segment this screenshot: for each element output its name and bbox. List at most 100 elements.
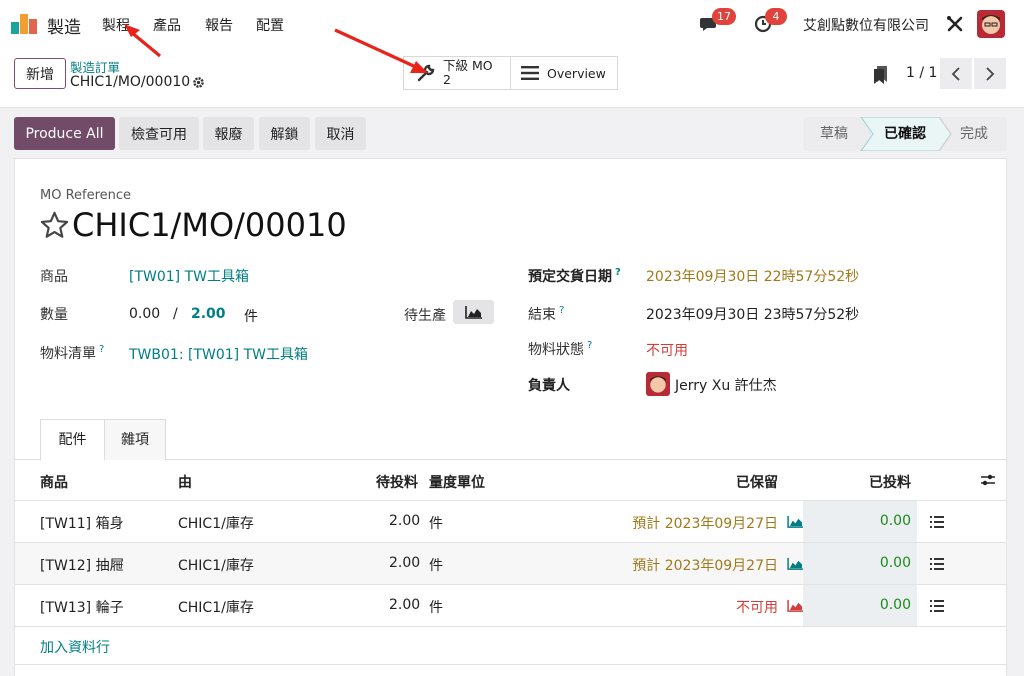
row-uom[interactable]: 件 (429, 597, 443, 617)
scrap-button[interactable]: 報廢 (203, 117, 254, 150)
menu-reporting[interactable]: 報告 (205, 15, 233, 35)
table-row[interactable]: [TW12] 抽屜 CHIC1/庫存 2.00 件 預計 2023年09月27日… (15, 542, 1006, 585)
row-qty[interactable]: 2.00 (389, 597, 420, 613)
row-from[interactable]: CHIC1/庫存 (178, 513, 254, 533)
row-qty[interactable]: 2.00 (389, 555, 420, 571)
activities-badge: 4 (765, 8, 787, 25)
consumed-cell[interactable]: 0.00 (803, 543, 917, 585)
child-mo-count: 2 (443, 72, 451, 87)
new-button[interactable]: 新增 (14, 58, 66, 89)
row-product[interactable]: [TW12] 抽屜 (40, 555, 124, 575)
to-produce-label: 待生產 (404, 308, 446, 324)
check-availability-button[interactable]: 檢查可用 (119, 117, 199, 150)
menu-configuration[interactable]: 配置 (256, 15, 284, 35)
status-draft[interactable]: 草稿 (820, 117, 848, 151)
child-mo-label: 下級 MO (443, 58, 493, 73)
wrench-icon (417, 64, 435, 82)
table-row[interactable]: [TW13] 輪子 CHIC1/庫存 2.00 件 不可用 0.00 (15, 584, 1006, 627)
end-label: 結束? (528, 305, 565, 323)
star-icon[interactable] (39, 211, 70, 240)
table-footer-divider (15, 664, 1006, 665)
row-uom[interactable]: 件 (429, 513, 443, 533)
manufacturing-app-icon[interactable] (11, 14, 39, 34)
bookmark-icon[interactable] (873, 66, 889, 84)
company-switcher[interactable]: 艾創點數位有限公司 (803, 15, 929, 35)
col-to-consume[interactable]: 待投料 (376, 472, 418, 492)
status-done[interactable]: 完成 (960, 117, 988, 151)
row-from[interactable]: CHIC1/庫存 (178, 597, 254, 617)
status-confirmed[interactable]: 已確認 (884, 117, 926, 151)
chevron-left-icon (951, 66, 960, 81)
pager-previous-button[interactable] (940, 58, 972, 89)
row-qty[interactable]: 2.00 (389, 513, 420, 529)
deadline-help-icon[interactable]: ? (615, 267, 621, 278)
mo-reference-label: MO Reference (40, 188, 132, 203)
forecast-chart-icon[interactable] (787, 515, 804, 528)
deadline-field[interactable]: 2023年09月30日 22時57分52秒 (646, 266, 859, 286)
row-consumed: 0.00 (879, 597, 911, 613)
pager-value[interactable]: 1 / 1 (906, 65, 937, 81)
bom-help-icon[interactable]: ? (99, 344, 104, 355)
unlock-button[interactable]: 解鎖 (259, 117, 310, 150)
row-product[interactable]: [TW13] 輪子 (40, 597, 124, 617)
debug-tools-icon[interactable] (946, 15, 964, 33)
product-field[interactable]: [TW01] TW工具箱 (129, 266, 249, 286)
row-reserved: 預計 2023年09月27日 (632, 516, 778, 532)
row-uom[interactable]: 件 (429, 555, 443, 575)
deadline-label: 預定交貨日期? (528, 267, 621, 285)
control-panel: 新增 製造訂單 CHIC1/MO/00010 下級 MO 2 Overview … (0, 46, 1024, 108)
status-bar: 草稿 已確認 完成 (803, 117, 1007, 151)
quantity-target-field[interactable]: 2.00 (191, 306, 226, 322)
tab-components[interactable]: 配件 (40, 419, 105, 461)
col-consumed[interactable]: 已投料 (869, 472, 911, 492)
pager-next-button[interactable] (974, 58, 1006, 89)
consumed-cell[interactable]: 0.00 (803, 501, 917, 543)
material-help-icon[interactable]: ? (587, 340, 592, 351)
user-avatar[interactable] (977, 10, 1005, 38)
notebook-tabs: 配件 雜項 (14, 419, 1007, 461)
product-label: 商品 (40, 269, 68, 285)
forecast-chart-icon[interactable] (787, 599, 804, 612)
menu-products[interactable]: 產品 (153, 15, 181, 35)
detailed-operations-icon[interactable] (930, 558, 944, 570)
gear-icon[interactable] (192, 76, 205, 89)
area-chart-icon (464, 306, 482, 319)
menu-lines-icon (521, 66, 539, 80)
responsible-label: 負責人 (528, 378, 570, 394)
consumed-cell[interactable]: 0.00 (803, 585, 917, 627)
table-divider (15, 626, 1006, 627)
add-line-link[interactable]: 加入資料行 (40, 637, 110, 657)
row-from[interactable]: CHIC1/庫存 (178, 555, 254, 575)
col-product[interactable]: 商品 (40, 472, 68, 492)
quantity-separator: / (173, 306, 178, 322)
app-name[interactable]: 製造 (47, 13, 81, 38)
tab-miscellaneous[interactable]: 雜項 (104, 419, 166, 460)
detailed-operations-icon[interactable] (930, 600, 944, 612)
form-action-bar: Produce All 檢查可用 報廢 解鎖 取消 草稿 已確認 完成 (0, 108, 1024, 158)
row-consumed: 0.00 (879, 555, 911, 571)
quantity-uom[interactable]: 件 (244, 306, 258, 326)
child-mo-smart-button[interactable]: 下級 MO 2 (403, 56, 511, 90)
cancel-button[interactable]: 取消 (315, 117, 366, 150)
col-reserved[interactable]: 已保留 (736, 472, 778, 492)
menu-operations[interactable]: 製程 (102, 15, 130, 35)
detailed-operations-icon[interactable] (930, 516, 944, 528)
col-from[interactable]: 由 (178, 472, 192, 492)
bom-field[interactable]: TWB01: [TW01] TW工具箱 (129, 344, 308, 364)
row-product[interactable]: [TW11] 箱身 (40, 513, 124, 533)
breadcrumb-current: CHIC1/MO/00010 (70, 74, 191, 90)
responsible-field[interactable]: Jerry Xu 許仕杰 (675, 375, 777, 395)
produce-all-button[interactable]: Produce All (14, 117, 115, 150)
material-status-value: 不可用 (646, 343, 688, 359)
optional-columns-icon[interactable] (980, 473, 996, 487)
end-help-icon[interactable]: ? (559, 305, 564, 316)
chevron-right-icon (986, 66, 995, 81)
messages-badge: 17 (712, 8, 736, 25)
end-field[interactable]: 2023年09月30日 23時57分52秒 (646, 304, 859, 324)
overview-smart-button[interactable]: Overview (510, 56, 618, 90)
table-row[interactable]: [TW11] 箱身 CHIC1/庫存 2.00 件 預計 2023年09月27日… (15, 500, 1006, 543)
forecast-chart-icon[interactable] (787, 557, 804, 570)
forecast-report-button[interactable] (453, 300, 494, 324)
row-reserved: 不可用 (736, 600, 778, 616)
col-uom[interactable]: 量度單位 (429, 472, 485, 492)
